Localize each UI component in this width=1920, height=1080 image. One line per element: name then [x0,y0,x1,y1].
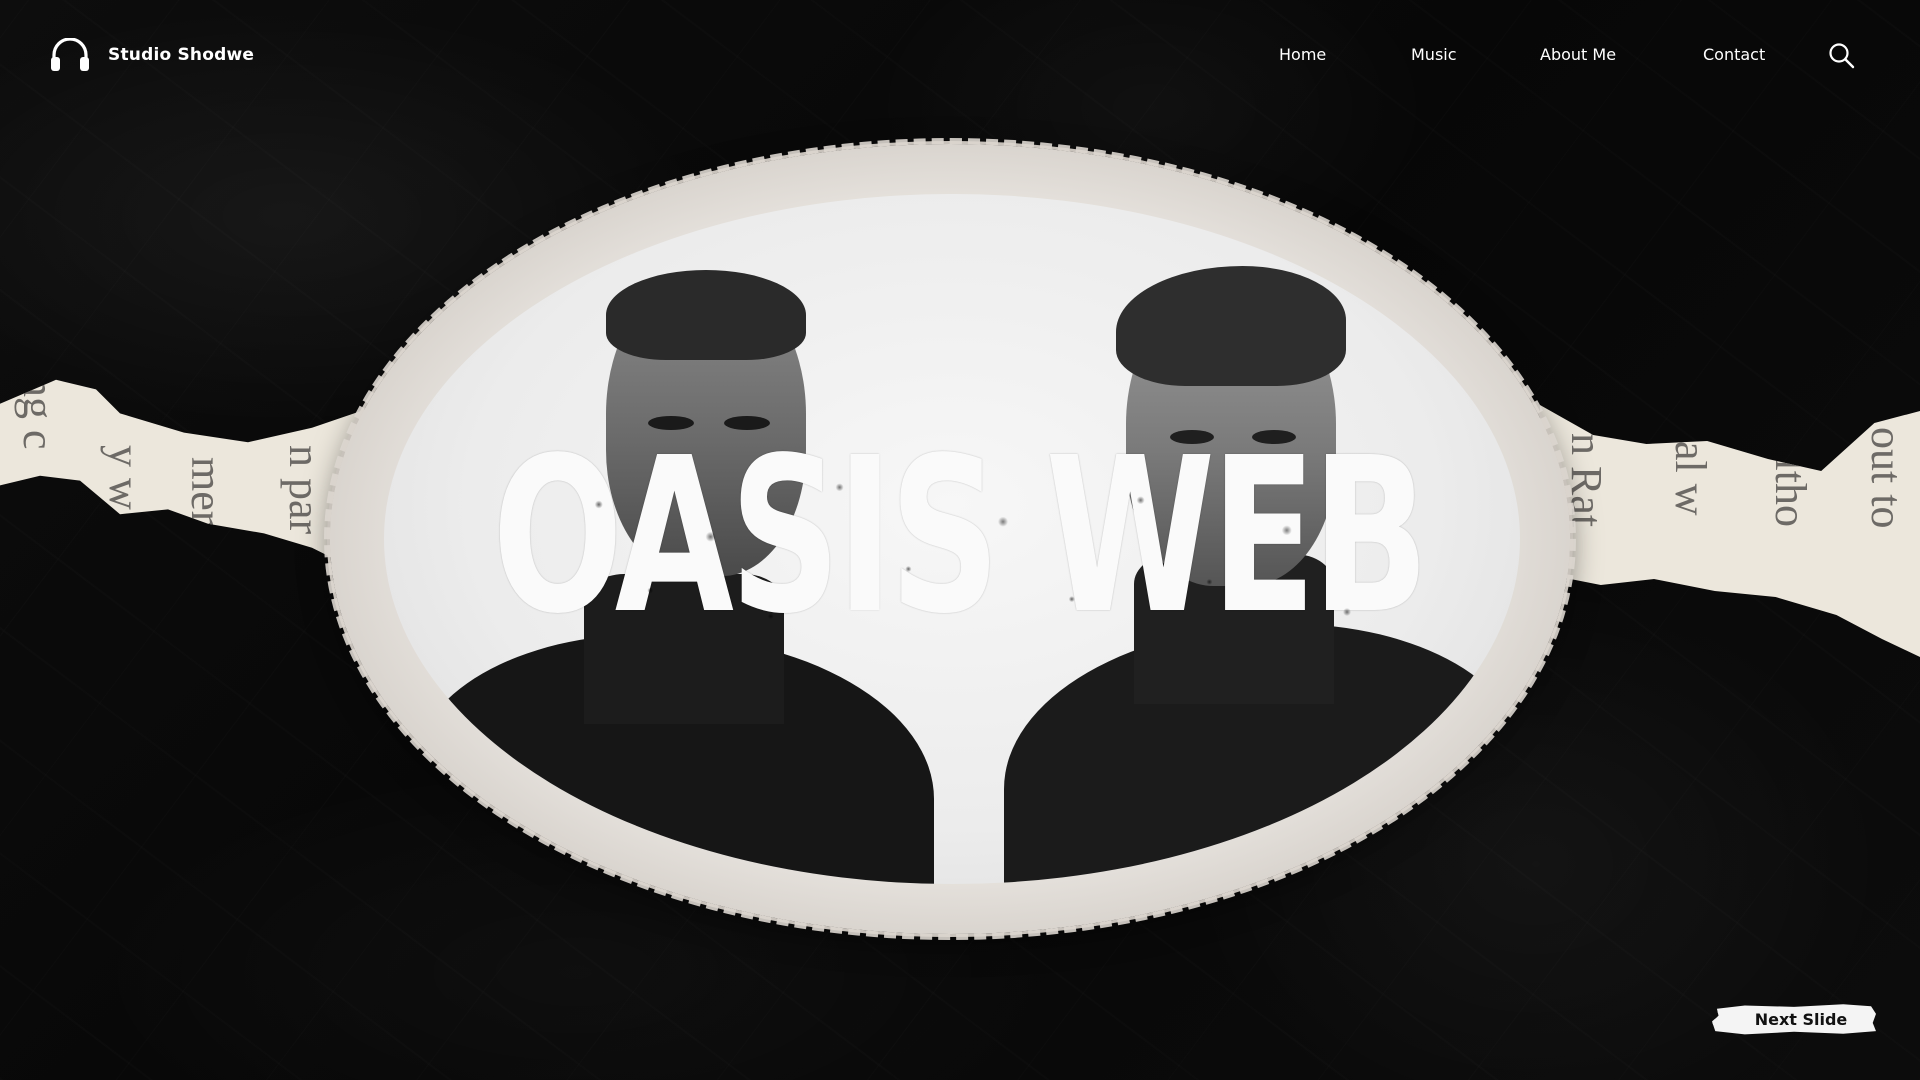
newspaper-text: y w [100,445,149,510]
nav-item-home[interactable]: Home [1279,45,1326,64]
hero-title: OASIS WEB [492,412,1429,661]
nav-item-contact[interactable]: Contact [1703,45,1765,64]
nav-item-music[interactable]: Music [1411,45,1457,64]
newspaper-text: mer [182,457,231,526]
main-nav: Home Music About Me Contact [0,45,1920,69]
newspaper-text: al w [1666,441,1715,516]
next-slide-button[interactable]: Next Slide [1712,1003,1876,1035]
search-button[interactable] [1828,42,1856,70]
search-icon [1828,43,1856,74]
next-slide-label: Next Slide [1754,1009,1848,1029]
site-header: Studio Shodwe Home Music About Me Contac… [0,0,1920,112]
newspaper-text: out to [1862,427,1911,529]
nav-item-about-me[interactable]: About Me [1540,45,1616,64]
